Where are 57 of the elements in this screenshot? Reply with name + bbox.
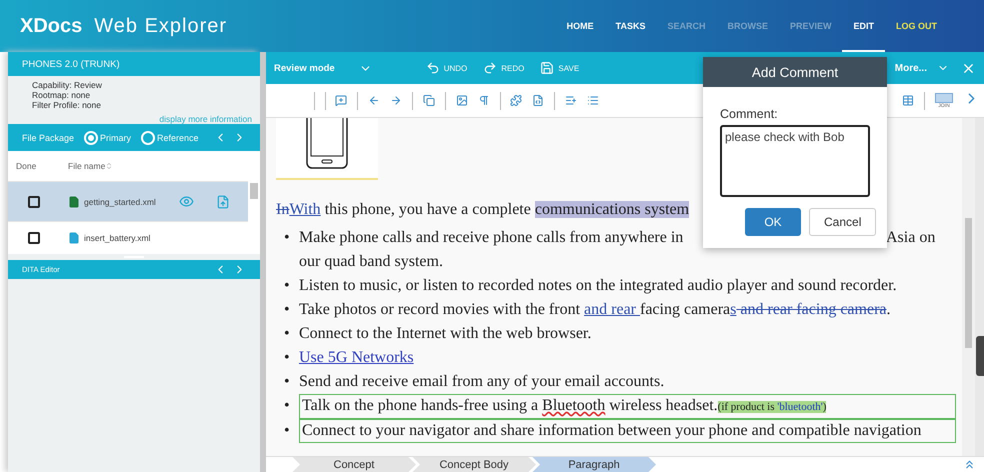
copy-icon[interactable] [422,92,435,109]
comment-field[interactable]: please check with Bob [720,125,870,197]
bullet-mark: • [284,421,291,441]
nav-link[interactable]: HOME [556,0,605,52]
info-line: Rootmap: none [32,90,92,100]
file-package-label: File Package [22,132,74,142]
brand-name: XDocs [20,14,82,38]
review-mode-label: Review mode [274,62,335,74]
radio-label: Reference [157,132,199,142]
save-icon [540,61,554,75]
scrollbar[interactable] [962,118,975,456]
radio-button[interactable] [84,130,98,144]
undo-icon [426,61,440,75]
puzzle-icon[interactable] [510,92,522,109]
dialog-title: Add Comment [703,57,887,87]
code-file-icon[interactable] [532,92,544,109]
bullet-text: Send and receive email from any of your email accounts. [299,372,666,392]
bullet-text: Take photos or record movies with the front and rear facing cameras and rear facing camera. [299,300,892,320]
bullet-text: Connect to your navigator and share information between your phone and compatible navigation [299,419,956,443]
product-name: Web Explorer [94,14,228,38]
collapse-icon [963,458,976,471]
sort-icon [105,162,114,170]
file-row[interactable]: getting_started.xml [8,181,248,221]
done-checkbox[interactable] [28,196,40,208]
radio-button[interactable] [141,130,156,144]
column-header: Done [16,161,36,171]
eye-icon [179,194,194,209]
bullet-mark: • [284,300,291,320]
file-name: getting_started.xml [84,196,157,206]
radio-label: Primary [100,132,132,142]
redo-icon [483,61,498,75]
bullet-mark: • [284,372,291,392]
bullet-mark: • [284,396,291,416]
nav-link[interactable]: LOG OUT [885,0,948,52]
nav-link[interactable]: TASKS [604,0,656,52]
project-title: PHONES 2.0 (TRUNK) [22,58,120,70]
info-line: Filter Profile: none [32,100,102,110]
dialog-button[interactable]: OK [745,208,801,236]
done-checkbox[interactable] [28,232,40,244]
bullet-mark: • [284,276,291,296]
breadcrumb-item[interactable]: Concept Body [412,456,536,472]
comment-label: Comment: [720,107,779,121]
breadcrumb-item[interactable]: Concept [292,456,416,472]
bullet-mark: • [284,228,291,248]
info-line: Capability: Review [32,80,103,90]
bullet-text: Connect to the Internet with the web browser. [299,324,592,344]
file-name: insert_battery.xml [84,233,152,243]
side-handle[interactable] [975,118,984,456]
bullet-text: Talk on the phone hands-free using a Bluetooth wireless headset.(if product is 'bluetooth') [299,394,956,419]
bullet-mark: • [284,348,291,368]
bullet-text: Listen to music, or listen to recorded notes on the integrated audio player and sound recorder. [299,276,898,296]
upload-icon [216,194,230,208]
breadcrumb-item[interactable]: Paragraph [532,456,656,472]
column-header: File name [68,161,106,171]
bullet-mark: • [284,324,291,344]
bullet-text: Use 5G Networks [299,348,415,368]
dialog-button[interactable]: Cancel [809,208,876,236]
